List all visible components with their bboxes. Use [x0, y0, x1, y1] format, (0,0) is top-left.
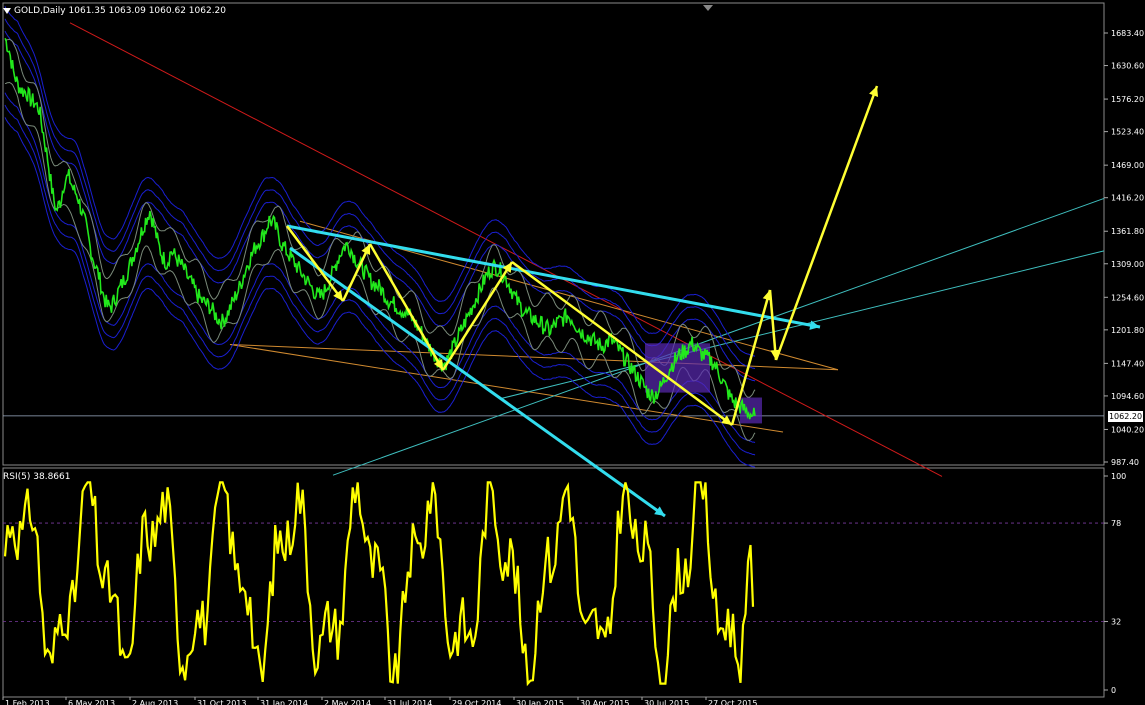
symbol-label: GOLD,Daily	[14, 6, 66, 16]
time-tick-label: 29 Oct 2014	[452, 699, 501, 705]
high-value: 1063.09	[108, 6, 146, 16]
bollinger-band-1	[5, 38, 756, 398]
close-value: 1062.20	[188, 6, 227, 16]
cyan-resistance-arrow	[286, 224, 821, 329]
price-tick-label: 1416.20	[1111, 194, 1144, 203]
low-value: 1060.62	[148, 6, 186, 16]
pattern-annotations	[285, 85, 879, 518]
rsi-axis: 100 78 32 0	[3, 472, 1126, 695]
price-tick-label: 987.40	[1111, 458, 1139, 467]
price-tick-label: 1309.00	[1111, 260, 1144, 269]
envelope-band-2	[4, 92, 756, 444]
red-trendline	[69, 22, 943, 477]
price-tick-label: 1361.80	[1111, 227, 1144, 236]
time-tick-label: 1 Feb 2013	[5, 699, 50, 705]
price-axis: 1683.40 1630.60 1576.20 1523.40 1469.00 1416.…	[1104, 29, 1144, 467]
rsi-tick-label: 32	[1111, 618, 1121, 627]
rsi-series	[3, 481, 755, 687]
price-tick-label: 1469.00	[1111, 161, 1144, 170]
price-tick-label: 1094.60	[1111, 392, 1144, 401]
trend-lines	[3, 22, 1105, 477]
price-tick-label: 1683.40	[1111, 29, 1144, 38]
zigzag-leg-7	[768, 289, 778, 361]
rsi-tick-label: 78	[1111, 519, 1121, 528]
price-tick-label: 1630.60	[1111, 62, 1144, 71]
envelope-band-1	[4, 104, 756, 456]
chart-canvas[interactable]: 1683.40 1630.60 1576.20 1523.40 1469.00 1416.…	[0, 0, 1145, 705]
price-tick-label: 1147.40	[1111, 359, 1144, 368]
time-tick-label: 2 May 2014	[324, 699, 371, 705]
rsi-panel-border	[2, 467, 1105, 698]
teal-channel-upper	[332, 197, 1105, 476]
chart-shift-marker-icon[interactable]	[703, 5, 713, 11]
price-tick-label: 1201.80	[1111, 326, 1144, 335]
time-tick-label: 30 Jan 2015	[516, 699, 564, 705]
time-tick-label: 31 Jan 2014	[260, 699, 308, 705]
menu-triangle-icon[interactable]	[3, 7, 11, 14]
current-price-tag: 1062.20	[1108, 410, 1143, 422]
time-tick-label: 31 Jul 2014	[387, 699, 432, 705]
time-axis: 1 Feb 2013 6 May 2013 2 Aug 2013 31 Oct 201…	[2, 697, 757, 705]
chart-window: 1683.40 1630.60 1576.20 1523.40 1469.00 1416.…	[0, 0, 1145, 705]
open-value: 1061.35	[68, 6, 106, 16]
rsi-header: RSI(5) 38.8661	[3, 472, 70, 482]
rsi-line	[3, 481, 755, 687]
price-tick-label: 1523.40	[1111, 128, 1144, 137]
time-tick-label: 27 Oct 2015	[708, 699, 757, 705]
rsi-tick-label: 0	[1111, 686, 1116, 695]
time-tick-label: 30 Jul 2015	[644, 699, 689, 705]
zigzag-leg-4	[441, 261, 514, 371]
envelope-bands	[4, 6, 762, 468]
time-tick-label: 2 Aug 2013	[132, 699, 178, 705]
price-tick-label: 1040.20	[1111, 425, 1144, 434]
price-tick-label: 1254.60	[1111, 293, 1144, 302]
chart-header: GOLD,Daily 1061.35 1063.09 1060.62 1062.…	[3, 6, 226, 16]
price-tick-label: 1576.20	[1111, 95, 1144, 104]
time-tick-label: 6 May 2013	[68, 699, 115, 705]
time-tick-label: 30 Apr 2015	[580, 699, 629, 705]
time-tick-label: 31 Oct 2013	[197, 699, 246, 705]
rsi-tick-label: 100	[1111, 472, 1126, 481]
rsi-value: 38.8661	[33, 472, 71, 482]
rsi-label: RSI(5)	[3, 472, 31, 482]
